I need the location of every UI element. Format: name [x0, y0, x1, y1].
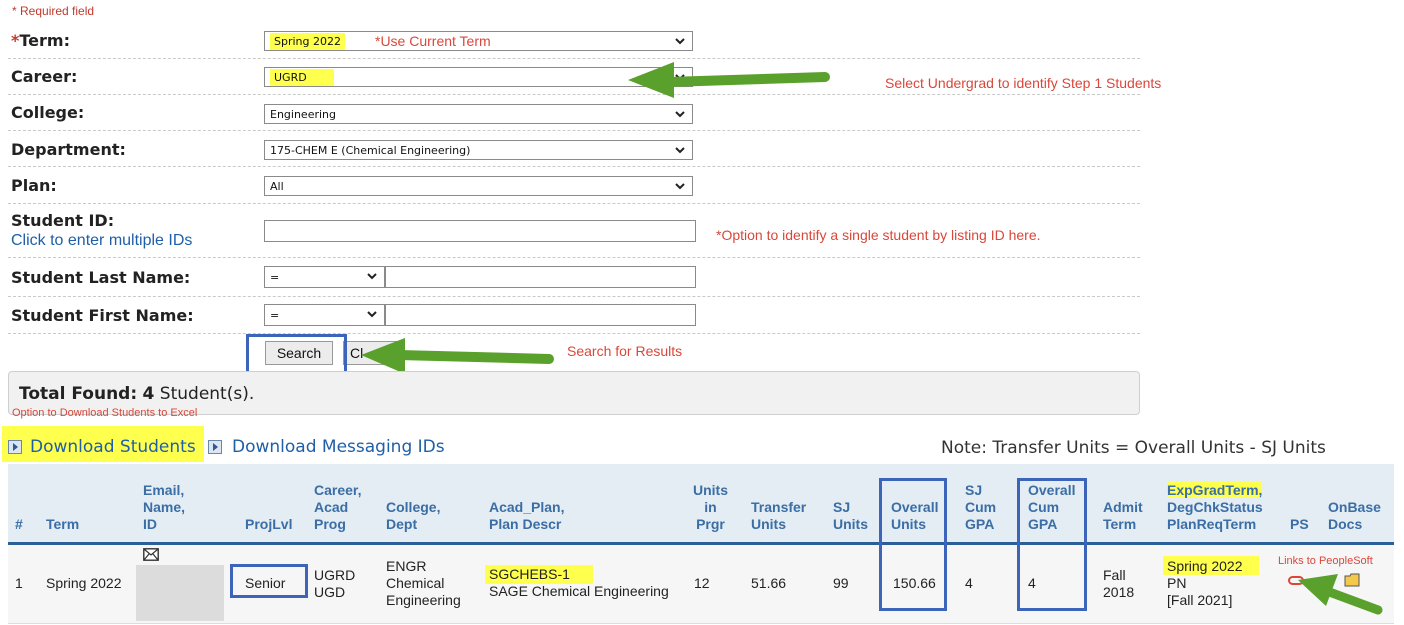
download-icon	[8, 440, 22, 454]
header-acad-plan[interactable]: Acad_Plan, Plan Descr	[489, 499, 564, 533]
department-label: Department:	[11, 140, 126, 159]
last-name-operator-select[interactable]: =	[264, 266, 385, 288]
redacted-name-id	[136, 565, 224, 621]
overall-units-highlight-box	[879, 478, 947, 611]
header-onbase-docs[interactable]: OnBase Docs	[1328, 499, 1381, 533]
email-icon[interactable]	[143, 548, 159, 561]
search-note: Search for Results	[567, 343, 683, 359]
college-select[interactable]: Engineering	[264, 104, 693, 124]
last-name-label: Student Last Name:	[11, 268, 191, 287]
cell-transfer-units: 51.66	[751, 575, 787, 591]
cell-sj-units: 99	[833, 575, 849, 591]
chevron-down-icon	[675, 111, 685, 118]
header-units-prgr[interactable]: Units in Prgr	[693, 482, 728, 533]
first-name-input[interactable]	[385, 304, 696, 326]
term-hint: *Use Current Term	[375, 33, 491, 49]
header-ps[interactable]: PS	[1290, 516, 1309, 533]
first-name-operator-value: =	[270, 308, 280, 322]
last-name-operator-value: =	[270, 270, 280, 284]
chevron-down-icon	[367, 311, 377, 318]
header-sj-gpa[interactable]: SJ Cum GPA	[965, 482, 996, 533]
career-note: Select Undergrad to identify Step 1 Stud…	[885, 75, 1162, 91]
overall-gpa-highlight-box	[1017, 478, 1087, 611]
header-num: #	[15, 516, 23, 532]
projlvl-highlight-box	[230, 564, 308, 598]
transfer-units-note: Note: Transfer Units = Overall Units - S…	[941, 438, 1326, 458]
term-value: Spring 2022	[270, 32, 345, 50]
college-label: College:	[11, 103, 85, 122]
header-transfer-units[interactable]: Transfer Units	[751, 499, 806, 533]
plan-value: All	[270, 179, 284, 193]
header-sj-units[interactable]: SJ Units	[833, 499, 868, 533]
total-found: Total Found: 4 Student(s).	[19, 384, 255, 404]
cell-admit-term: Fall 2018	[1103, 567, 1135, 600]
student-id-note: *Option to identify a single student by …	[716, 227, 1041, 243]
arrow-left-icon	[628, 62, 830, 98]
chevron-down-icon	[367, 273, 377, 280]
cell-college: ENGR Chemical Engineering	[386, 558, 461, 608]
header-email[interactable]: Email, Name, ID	[143, 482, 185, 533]
download-messaging-link[interactable]: Download Messaging IDs	[208, 437, 445, 457]
cell-num: 1	[15, 575, 23, 591]
cell-units-prgr: 12	[694, 575, 710, 591]
career-value: UGRD	[270, 68, 334, 86]
plan-label: Plan:	[11, 176, 57, 195]
header-college[interactable]: College, Dept	[386, 499, 440, 533]
excel-note: Option to Download Students to Excel	[12, 407, 198, 419]
first-name-label: Student First Name:	[11, 306, 194, 325]
last-name-input[interactable]	[385, 266, 696, 288]
term-select[interactable]: Spring 2022 *Use Current Term	[264, 31, 693, 51]
download-students-link[interactable]: Download Students	[8, 437, 196, 457]
chevron-down-icon	[675, 38, 685, 45]
student-id-label: Student ID:	[11, 211, 115, 230]
college-value: Engineering	[270, 107, 336, 121]
header-term[interactable]: Term	[46, 516, 79, 533]
arrow-left-icon	[1298, 574, 1383, 615]
header-projlvl[interactable]: ProjLvl	[245, 516, 292, 533]
department-value: 175-CHEM E (Chemical Engineering)	[270, 143, 471, 157]
required-field-note: * Required field	[12, 4, 95, 18]
cell-career: UGRD UGD	[314, 567, 356, 600]
term-label: *Term:	[11, 31, 70, 50]
chevron-down-icon	[675, 147, 685, 154]
student-id-input[interactable]	[264, 220, 696, 242]
career-label: Career:	[11, 67, 78, 86]
cell-expgrad: Spring 2022 PN [Fall 2021]	[1167, 558, 1243, 608]
cell-term: Spring 2022	[46, 575, 122, 591]
cell-sj-gpa: 4	[965, 575, 973, 591]
download-icon	[208, 440, 222, 454]
search-highlight-box	[246, 334, 347, 374]
plan-select[interactable]: All	[264, 176, 693, 196]
multiple-ids-link[interactable]: Click to enter multiple IDs	[11, 232, 192, 250]
header-expgrad[interactable]: ExpGradTerm, DegChkStatus PlanReqTerm	[1167, 482, 1263, 533]
chevron-down-icon	[675, 183, 685, 190]
header-admit-term[interactable]: Admit Term	[1103, 499, 1143, 533]
cell-acad-plan: SGCHEBS-1 SAGE Chemical Engineering	[489, 566, 669, 599]
first-name-operator-select[interactable]: =	[264, 304, 385, 326]
header-career[interactable]: Career, Acad Prog	[314, 482, 361, 533]
department-select[interactable]: 175-CHEM E (Chemical Engineering)	[264, 140, 693, 160]
